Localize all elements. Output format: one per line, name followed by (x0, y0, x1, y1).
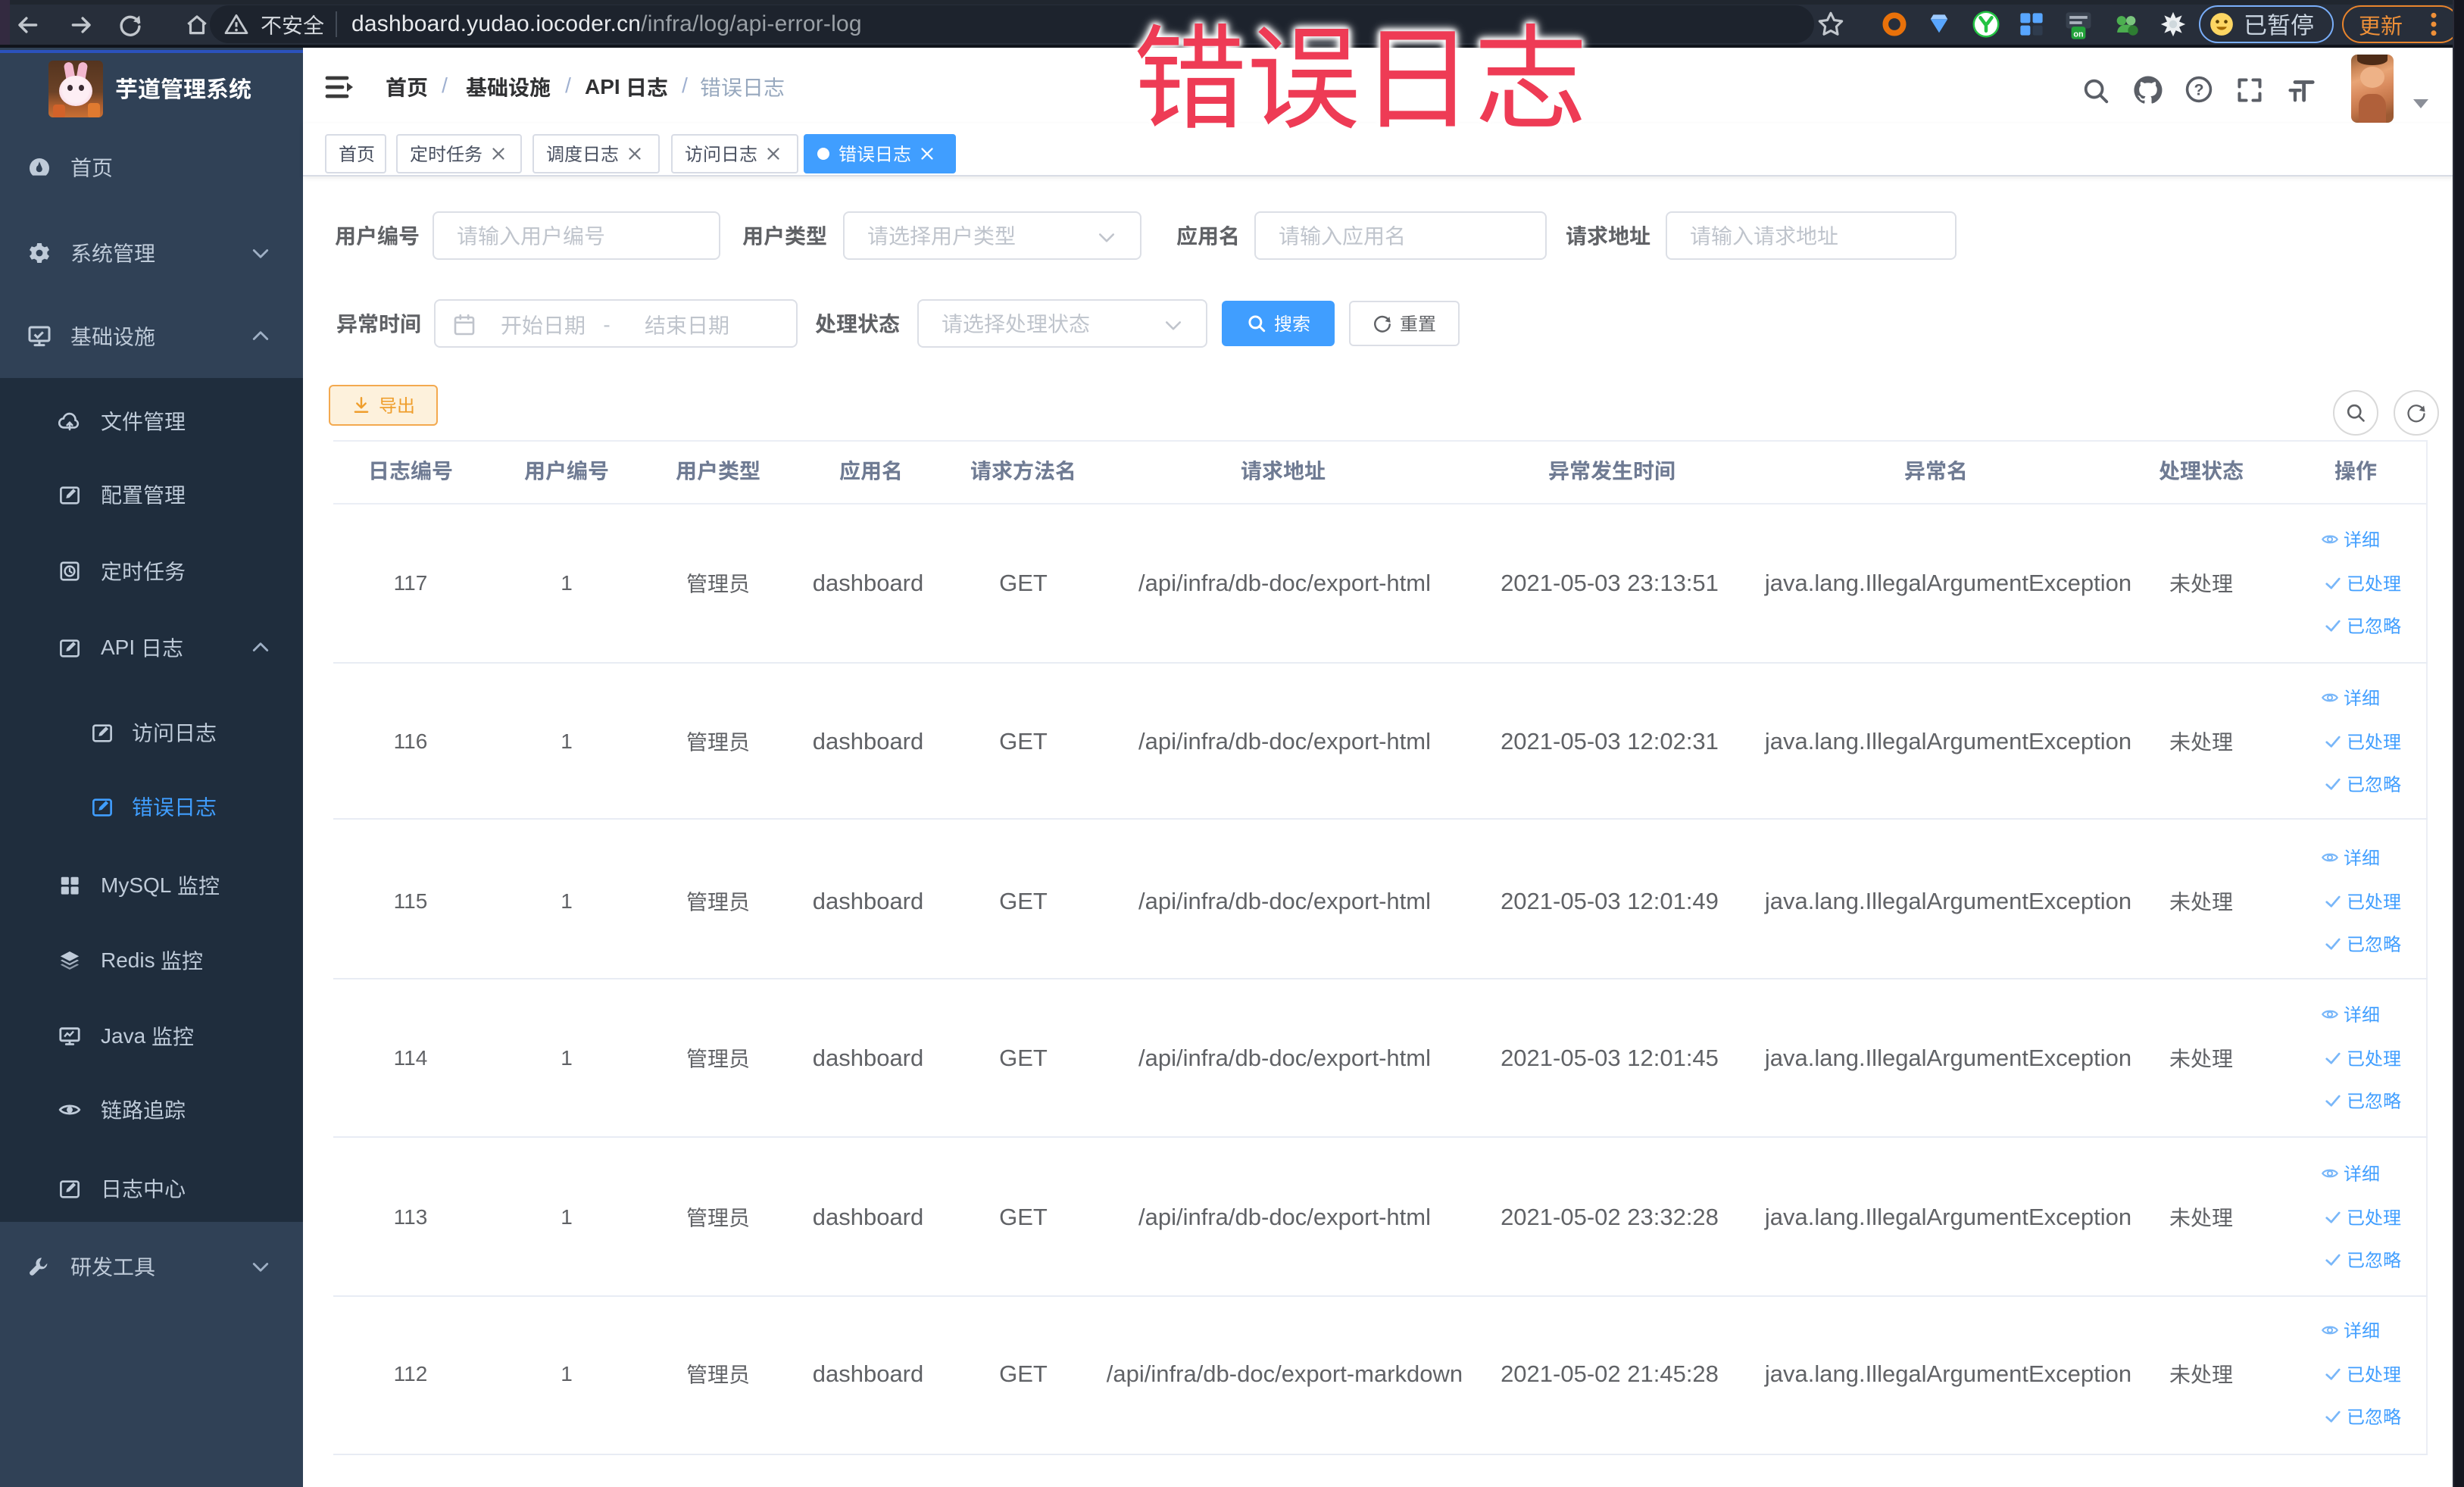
svg-text:on: on (2073, 30, 2083, 39)
svg-text:?: ? (2194, 81, 2203, 99)
